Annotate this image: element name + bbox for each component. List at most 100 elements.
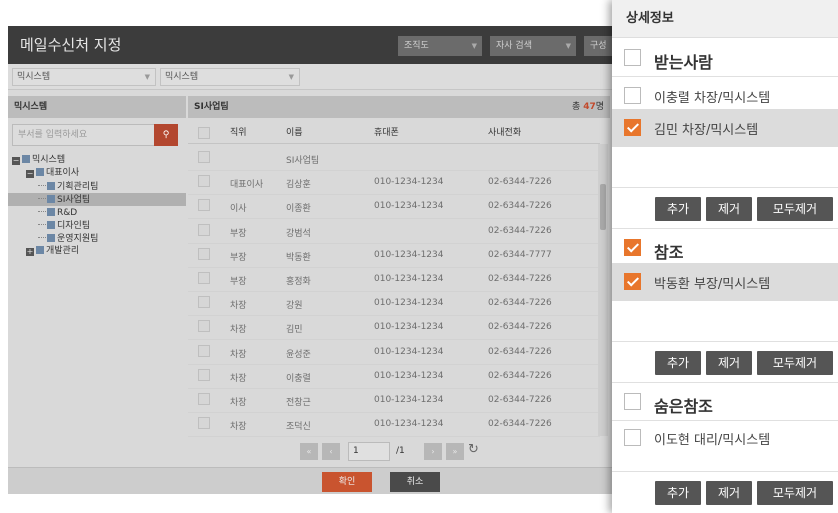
bcc-button-bar: 추가 제거 모두제거 [612, 471, 838, 513]
cc-checkbox-checked[interactable] [624, 273, 641, 290]
row-checkbox[interactable] [198, 296, 210, 309]
tree-node[interactable]: R&D [38, 206, 77, 219]
to-section-checkbox[interactable] [624, 49, 641, 66]
cell-position: 부장 [230, 228, 247, 239]
cc-label: 박동환 부장/믹시스템 [654, 277, 771, 292]
table-row[interactable]: 차장 조덕신 010-1234-1234 02-6344-7226 [188, 412, 600, 438]
cell-mobile: 010-1234-1234 [374, 201, 444, 212]
chevron-down-icon: ▼ [565, 42, 571, 50]
table-row[interactable]: SI사업팀 [188, 146, 600, 171]
bcc-section-checkbox[interactable] [624, 393, 641, 410]
bcc-remove-button[interactable]: 제거 [706, 481, 752, 505]
to-add-button[interactable]: 추가 [655, 197, 701, 221]
grid-title: SI사업팀 [194, 102, 229, 112]
bcc-add-button[interactable]: 추가 [655, 481, 701, 505]
org-chart-select[interactable]: 조직도 ▼ [398, 36, 482, 56]
prev-page-button[interactable]: ‹ [322, 443, 340, 460]
row-checkbox[interactable] [198, 320, 210, 333]
recipient-dialog: 메일수신처 지정 조직도 ▼ 자사 검색 ▼ 구성 믹시스템 ▼ 믹시스템 ▼ … [8, 26, 620, 494]
group-select-label: 구성 [590, 41, 607, 51]
row-checkbox[interactable] [198, 344, 210, 357]
collapse-icon[interactable]: − [12, 157, 20, 165]
last-page-button[interactable]: » [446, 443, 464, 460]
row-checkbox[interactable] [198, 393, 210, 405]
tree-node[interactable]: + 개발관리 [26, 245, 79, 258]
select-all-checkbox[interactable] [198, 127, 210, 139]
company-dropdown[interactable]: 믹시스템 ▼ [12, 68, 156, 86]
row-checkbox[interactable] [198, 151, 210, 163]
table-row[interactable]: 차장 윤성준 010-1234-1234 02-6344-7226 [188, 340, 600, 365]
division-dropdown-value: 믹시스템 [165, 72, 199, 82]
tree-node[interactable]: 디자인팀 [38, 219, 90, 232]
cell-name: 조덕신 [286, 422, 311, 433]
cc-remove-all-button[interactable]: 모두제거 [757, 351, 833, 375]
tree-node[interactable]: 기획관리팀 [38, 180, 98, 193]
search-button[interactable]: ⚲ [154, 124, 178, 146]
table-row[interactable]: 부장 강범석 02-6344-7226 [188, 219, 600, 244]
row-checkbox[interactable] [198, 417, 210, 430]
confirm-button[interactable]: 확인 [322, 472, 372, 492]
to-section-header[interactable]: 받는사람 [612, 39, 838, 77]
tree-node[interactable]: − 대표이사 [26, 167, 79, 180]
cc-section-checkbox-checked[interactable] [624, 239, 641, 256]
cc-remove-button[interactable]: 제거 [706, 351, 752, 375]
folder-icon [47, 234, 55, 242]
grid-scrollbar-thumb[interactable] [600, 184, 606, 230]
chevron-down-icon: ▼ [288, 73, 294, 81]
page-number-input[interactable]: 1 [348, 442, 390, 461]
cell-name: 강원 [286, 301, 303, 312]
bcc-section-header[interactable]: 숨은참조 [612, 383, 838, 421]
first-page-button[interactable]: « [300, 443, 318, 460]
expand-icon[interactable]: + [26, 248, 34, 256]
table-row[interactable]: 차장 강원 010-1234-1234 02-6344-7226 [188, 291, 600, 317]
bcc-remove-all-button[interactable]: 모두제거 [757, 481, 833, 505]
cell-position: 대표이사 [230, 180, 264, 191]
cell-office-phone: 02-6344-7226 [488, 322, 552, 333]
company-search-select[interactable]: 자사 검색 ▼ [490, 36, 576, 56]
cc-add-button[interactable]: 추가 [655, 351, 701, 375]
refresh-icon[interactable]: ↻ [468, 442, 479, 457]
cc-item-selected[interactable]: 박동환 부장/믹시스템 [612, 263, 838, 301]
division-dropdown[interactable]: 믹시스템 ▼ [160, 68, 300, 86]
row-checkbox[interactable] [198, 247, 210, 260]
chevron-right-icon: › [431, 447, 435, 456]
table-row[interactable]: 이사 이종환 010-1234-1234 02-6344-7226 [188, 194, 600, 220]
next-page-button[interactable]: › [424, 443, 442, 460]
tree-node[interactable]: − 믹시스템 [12, 154, 65, 167]
recipient-checkbox-checked[interactable] [624, 119, 641, 136]
chevron-down-icon: ▼ [144, 73, 150, 81]
column-mobile: 휴대폰 [374, 128, 399, 138]
cell-office-phone: 02-6344-7226 [488, 201, 552, 212]
table-row[interactable]: 차장 이충렬 010-1234-1234 02-6344-7226 [188, 364, 600, 389]
row-checkbox[interactable] [198, 368, 210, 381]
recipient-item-selected[interactable]: 김민 차장/믹시스템 [612, 109, 838, 147]
row-checkbox[interactable] [198, 272, 210, 284]
cc-section-header[interactable]: 참조 [612, 229, 838, 267]
table-row[interactable]: 부장 박동환 010-1234-1234 02-6344-7777 [188, 243, 600, 268]
table-row[interactable]: 차장 전창근 010-1234-1234 02-6344-7226 [188, 388, 600, 413]
bcc-item[interactable]: 이도현 대리/믹시스템 [612, 419, 838, 457]
recipient-checkbox[interactable] [624, 87, 641, 104]
department-search-input[interactable]: 부서를 입력하세요 [12, 124, 158, 146]
table-row[interactable]: 차장 김민 010-1234-1234 02-6344-7226 [188, 315, 600, 341]
detail-panel-title: 상세정보 [612, 0, 838, 38]
tree-branch-line [38, 206, 46, 212]
bcc-checkbox[interactable] [624, 429, 641, 446]
table-row[interactable]: 대표이사 김상훈 010-1234-1234 02-6344-7226 [188, 170, 600, 196]
cell-office-phone: 02-6344-7226 [488, 395, 552, 405]
cell-position: 차장 [230, 349, 247, 360]
cell-position: 차장 [230, 325, 247, 336]
table-row[interactable]: 부장 홍정화 010-1234-1234 02-6344-7226 [188, 267, 600, 292]
tree-node-selected[interactable]: SI사업팀 [8, 193, 186, 206]
to-remove-all-button[interactable]: 모두제거 [757, 197, 833, 221]
row-checkbox[interactable] [198, 223, 210, 236]
row-checkbox[interactable] [198, 175, 210, 188]
tree-node[interactable]: 운영지원팀 [38, 232, 98, 245]
cell-mobile: 010-1234-1234 [374, 395, 444, 405]
cancel-button[interactable]: 취소 [390, 472, 440, 492]
collapse-icon[interactable]: − [26, 170, 34, 178]
row-checkbox[interactable] [198, 199, 210, 212]
to-remove-button[interactable]: 제거 [706, 197, 752, 221]
grid-scrollbar[interactable] [598, 144, 608, 436]
cell-position: 차장 [230, 398, 247, 408]
